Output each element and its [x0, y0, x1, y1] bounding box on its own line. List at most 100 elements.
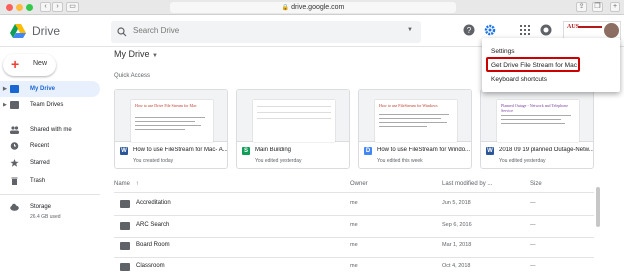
back-button[interactable]: ‹ [40, 2, 51, 12]
preview-line [257, 112, 331, 113]
quick-access-card[interactable]: How to use Drive File Stream for Mac W H… [114, 89, 228, 169]
search-input[interactable]: Search Drive ▼ [111, 21, 421, 43]
new-button[interactable]: + New [3, 54, 56, 76]
table-row[interactable]: ARC Search me Sep 6, 2016 — [114, 215, 594, 237]
scrollbar[interactable] [596, 187, 600, 227]
quick-access-card[interactable]: Planned Outage - Network and Telephone S… [480, 89, 594, 169]
file-modified: Oct 4, 2018 [442, 263, 471, 269]
file-name: ARC Search [136, 222, 170, 228]
forward-button[interactable]: › [52, 2, 63, 12]
search-options-icon[interactable]: ▼ [407, 27, 413, 33]
tabs-overview-icon[interactable]: ❐ [592, 2, 603, 12]
file-owner: me [350, 263, 358, 269]
star-icon [10, 159, 19, 167]
preview-line [501, 119, 561, 120]
expand-arrow-icon[interactable]: ▶ [3, 97, 7, 113]
settings-gear-icon[interactable] [484, 24, 496, 36]
card-file-name: Main Building [255, 147, 292, 153]
notifications-bell-icon[interactable] [540, 24, 552, 36]
sidebar-divider [0, 194, 100, 195]
quick-access-card[interactable]: How to use FileStream for Windows D How … [358, 89, 472, 169]
table-row[interactable]: Board Room me Mar 1, 2018 — [114, 235, 594, 257]
clock-icon [10, 142, 19, 150]
card-subtitle: You edited this week [377, 158, 423, 164]
card-subtitle: You created today [133, 158, 174, 164]
file-owner: me [350, 242, 358, 248]
page-title: My Drive [114, 49, 150, 59]
url-text: drive.google.com [291, 4, 345, 11]
sidebar-item-label: Starred [30, 160, 50, 166]
sheets-file-icon: S [242, 147, 250, 155]
menu-item-settings[interactable]: Settings [491, 48, 515, 55]
file-modified: Sep 6, 2016 [442, 222, 472, 228]
file-modified: Jun 5, 2018 [442, 200, 471, 206]
card-file-name: How to use FileStream for Mac- A... [133, 147, 227, 153]
preview-title: How to use FileStream for Windows [379, 103, 438, 108]
team-drives-icon [10, 101, 19, 109]
drive-logo-icon[interactable] [10, 24, 26, 38]
menu-item-get-drive-file-stream[interactable]: Get Drive File Stream for Mac [491, 62, 577, 69]
chevron-down-icon: ▼ [152, 53, 158, 59]
sidebar-item-my-drive[interactable]: ▶ My Drive [0, 81, 100, 97]
column-header-last-modified[interactable]: Last modified by ... [442, 181, 492, 187]
document-preview: How to use FileStream for Windows [375, 100, 457, 142]
app-name: Drive [32, 24, 61, 38]
shared-folder-icon [120, 200, 130, 208]
people-icon [10, 126, 19, 134]
sidebar-item-recent[interactable]: Recent [0, 138, 100, 154]
sidebar-item-storage[interactable]: Storage [0, 199, 100, 215]
menu-item-keyboard-shortcuts[interactable]: Keyboard shortcuts [491, 76, 547, 83]
folder-icon [120, 263, 130, 271]
shared-folder-icon [120, 222, 130, 230]
column-header-owner[interactable]: Owner [350, 181, 368, 187]
sidebar-toggle-icon[interactable]: ▭ [66, 2, 79, 12]
sort-arrow-up-icon[interactable]: ↑ [136, 181, 139, 187]
search-icon [117, 27, 127, 37]
sidebar-item-shared-with-me[interactable]: Shared with me [0, 122, 100, 138]
preview-line [379, 118, 441, 119]
preview-line [379, 122, 447, 123]
column-header-name[interactable]: Name ↑ [114, 181, 139, 187]
card-file-name: 2018 09 19 planned Outage-Netw... [499, 147, 593, 153]
folder-icon [120, 242, 130, 250]
expand-arrow-icon[interactable]: ▶ [3, 81, 7, 97]
preview-line [379, 114, 449, 115]
help-icon[interactable]: ? [463, 24, 475, 36]
file-size: — [530, 200, 536, 206]
address-bar[interactable]: 🔒 drive.google.com [170, 2, 456, 13]
apps-grid-icon[interactable] [519, 24, 531, 36]
preview-title: How to use Drive File Stream for Mac [135, 103, 197, 108]
sidebar-item-trash[interactable]: Trash [0, 173, 100, 189]
file-size: — [530, 263, 536, 269]
sidebar-item-label: Shared with me [30, 127, 72, 133]
column-header-size[interactable]: Size [530, 181, 542, 187]
document-preview: Planned Outage - Network and Telephone S… [497, 100, 579, 142]
lock-icon: 🔒 [281, 5, 290, 11]
sidebar-item-label: Recent [30, 143, 50, 149]
new-button-label: New [33, 60, 48, 67]
cloud-icon [10, 203, 19, 211]
minimize-window-button[interactable] [16, 4, 23, 11]
table-row[interactable]: Classroom me Oct 4, 2018 — [114, 256, 594, 278]
zoom-window-button[interactable] [26, 4, 33, 11]
new-tab-icon[interactable]: + [610, 2, 620, 12]
sidebar-item-label: Trash [30, 178, 46, 184]
quick-access-card[interactable]: S Main Building You edited yesterday [236, 89, 350, 169]
file-name: Board Room [136, 242, 170, 248]
org-logo-line [578, 26, 602, 28]
preview-line [135, 125, 201, 126]
settings-menu: Settings Get Drive File Stream for Mac K… [482, 38, 620, 92]
table-row[interactable]: Accreditation me Jun 5, 2018 — [114, 193, 594, 215]
my-drive-dropdown[interactable]: My Drive ▼ [114, 49, 158, 59]
preview-line [135, 129, 185, 130]
docs-file-icon: D [364, 147, 372, 155]
avatar[interactable] [604, 23, 619, 38]
sidebar-item-starred[interactable]: Starred [0, 155, 100, 171]
svg-text:?: ? [467, 26, 472, 35]
card-thumbnail [237, 90, 349, 142]
quick-access-heading: Quick Access [114, 73, 151, 79]
sidebar-item-team-drives[interactable]: ▶ Team Drives [0, 97, 100, 113]
share-icon[interactable]: ⇪ [576, 2, 587, 12]
close-window-button[interactable] [6, 4, 13, 11]
file-size: — [530, 242, 536, 248]
